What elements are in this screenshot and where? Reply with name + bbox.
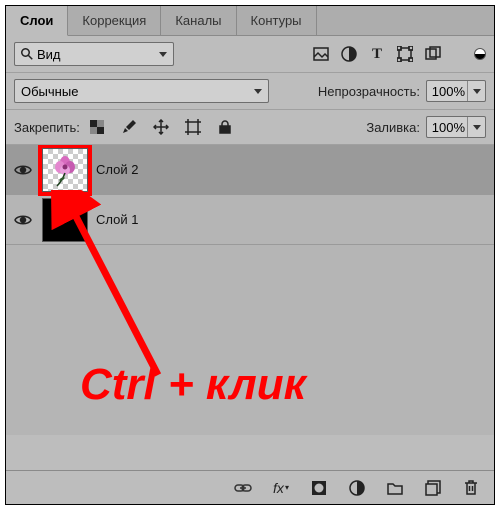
visibility-toggle[interactable]: [12, 214, 34, 226]
link-layers-icon[interactable]: [232, 477, 254, 499]
tab-channels[interactable]: Каналы: [161, 6, 236, 35]
fill-arrow-icon[interactable]: [467, 117, 485, 137]
search-icon: [21, 48, 33, 60]
layer-name[interactable]: Слой 1: [96, 212, 138, 227]
kind-dropdown[interactable]: Вид: [14, 42, 174, 66]
mask-icon[interactable]: [308, 477, 330, 499]
layer-row[interactable]: Слой 2: [6, 145, 494, 195]
fill-input[interactable]: [427, 120, 467, 135]
layer-thumbnail[interactable]: [42, 198, 88, 242]
filter-smart-icon[interactable]: [422, 43, 444, 65]
adjustment-layer-icon[interactable]: [346, 477, 368, 499]
layer-row[interactable]: Слой 1: [6, 195, 494, 245]
opacity-label: Непрозрачность:: [318, 84, 420, 99]
blend-mode-dropdown[interactable]: Обычные: [14, 79, 269, 103]
filter-type-icon[interactable]: T: [366, 43, 388, 65]
eye-icon: [14, 164, 32, 176]
tab-adjustments[interactable]: Коррекция: [68, 6, 161, 35]
kind-label: Вид: [37, 47, 61, 62]
flower-thumbnail-icon: [48, 153, 82, 187]
fx-icon[interactable]: fx▾: [270, 477, 292, 499]
blend-row: Обычные Непрозрачность:: [6, 73, 494, 110]
group-icon[interactable]: [384, 477, 406, 499]
filter-row: Вид T: [6, 36, 494, 73]
lock-icons: [86, 116, 236, 138]
new-layer-icon[interactable]: [422, 477, 444, 499]
visibility-toggle[interactable]: [12, 164, 34, 176]
panel-footer: fx▾: [6, 470, 494, 504]
lock-move-icon[interactable]: [150, 116, 172, 138]
eye-icon: [14, 214, 32, 226]
fill-label: Заливка:: [366, 120, 420, 135]
opacity-field[interactable]: [426, 80, 486, 102]
filter-image-icon[interactable]: [310, 43, 332, 65]
screenshot-root: Слои Коррекция Каналы Контуры Вид T Обыч…: [0, 0, 500, 510]
trash-icon[interactable]: [460, 477, 482, 499]
opacity-input[interactable]: [427, 84, 467, 99]
lock-label: Закрепить:: [14, 120, 80, 135]
lock-artboard-icon[interactable]: [182, 116, 204, 138]
layers-panel: Слои Коррекция Каналы Контуры Вид T Обыч…: [5, 5, 495, 505]
lock-pixels-icon[interactable]: [86, 116, 108, 138]
blend-mode-value: Обычные: [21, 84, 78, 99]
fill-field[interactable]: [426, 116, 486, 138]
panel-tabs: Слои Коррекция Каналы Контуры: [6, 6, 494, 36]
layer-thumbnail[interactable]: [42, 148, 88, 192]
lock-row: Закрепить: Заливка:: [6, 110, 494, 145]
filter-shape-icon[interactable]: [394, 43, 416, 65]
tab-paths[interactable]: Контуры: [237, 6, 317, 35]
lock-brush-icon[interactable]: [118, 116, 140, 138]
filter-adjust-icon[interactable]: [338, 43, 360, 65]
layer-name[interactable]: Слой 2: [96, 162, 138, 177]
opacity-arrow-icon[interactable]: [467, 81, 485, 101]
layers-list: Слой 2 Слой 1: [6, 145, 494, 435]
lock-all-icon[interactable]: [214, 116, 236, 138]
tab-layers[interactable]: Слои: [6, 6, 68, 36]
color-swatch[interactable]: [474, 48, 486, 60]
